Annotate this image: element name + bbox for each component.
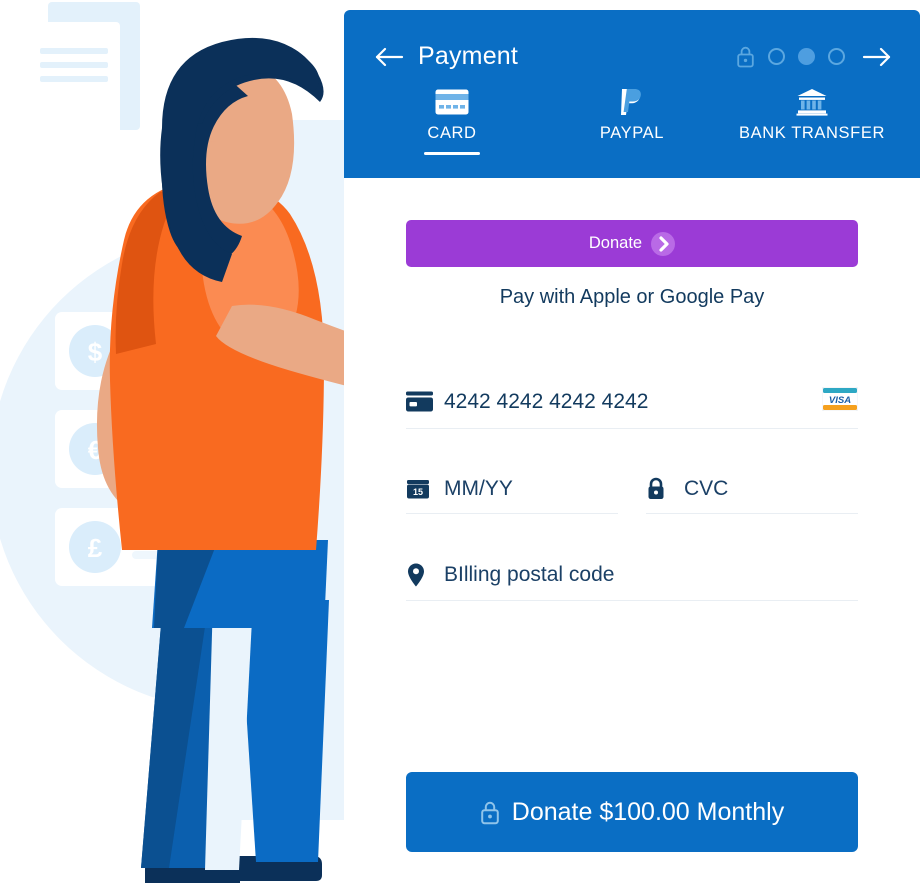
arrow-right-icon[interactable]	[858, 45, 892, 69]
scene-root: $ € £ Payment CARD PAYPAL BANK TRANSFER …	[0, 0, 920, 891]
step-dot-1[interactable]	[768, 48, 785, 65]
payment-method-tabs: CARD PAYPAL BANK TRANSFER	[344, 87, 920, 155]
credit-card-icon	[435, 87, 469, 117]
payment-card-panel: Payment CARD PAYPAL BANK TRANSFER Donate…	[344, 10, 920, 888]
tab-card-underline	[424, 152, 480, 155]
bank-icon	[796, 87, 828, 117]
tab-paypal[interactable]: PAYPAL	[542, 87, 722, 155]
donate-submit-button[interactable]: Donate $100.00 Monthly	[406, 772, 858, 852]
page-title: Payment	[418, 42, 519, 70]
postal-code-field[interactable]: BIlling postal code	[406, 556, 858, 601]
card-number-field[interactable]: 4242 4242 4242 4242 VISA	[406, 381, 859, 429]
svg-text:$: $	[88, 337, 103, 367]
tab-paypal-label: PAYPAL	[599, 124, 665, 142]
lock-icon	[736, 45, 755, 68]
card-header: Payment CARD PAYPAL BANK TRANSFER	[344, 10, 920, 178]
tab-bank-transfer-label: BANK TRANSFER	[739, 124, 885, 142]
expiry-cvc-row: 15 MM/YY CVC	[406, 471, 858, 514]
credit-card-icon	[406, 391, 436, 412]
svg-text:VISA: VISA	[829, 395, 851, 406]
illustration-woman-pointing: $ € £	[0, 0, 400, 891]
powered-by-donorbox-link[interactable]: Powered by Donorbox	[344, 886, 920, 888]
expiry-placeholder: MM/YY	[444, 477, 513, 500]
submit-area: Donate $100.00 Monthly	[406, 772, 858, 852]
tab-bank-transfer[interactable]: BANK TRANSFER	[722, 87, 902, 155]
header-left-group: Payment	[374, 44, 518, 69]
cvc-placeholder: CVC	[684, 477, 729, 500]
leg-right	[239, 600, 329, 862]
card-body: Donate Pay with Apple or Google Pay 4242…	[344, 220, 920, 888]
cvc-field[interactable]: CVC	[646, 471, 858, 514]
card-fields: 4242 4242 4242 4242 VISA 15 MM/YY CVC BI…	[406, 381, 859, 601]
lock-icon	[480, 800, 500, 825]
donate-wallet-button-label: Donate	[588, 234, 643, 252]
arrow-left-icon[interactable]	[374, 45, 404, 69]
step-dot-2[interactable]	[798, 48, 815, 65]
expiry-field[interactable]: 15 MM/YY	[406, 471, 618, 514]
donate-wallet-button[interactable]: Donate	[406, 220, 858, 267]
chevron-right-circle-icon	[651, 231, 676, 256]
card-number-value: 4242 4242 4242 4242	[444, 389, 649, 413]
header-top-bar: Payment	[344, 10, 920, 69]
svg-text:£: £	[88, 533, 103, 563]
header-right-group	[736, 45, 892, 69]
paypal-icon	[619, 87, 645, 117]
wallet-hint-text: Pay with Apple or Google Pay	[499, 286, 765, 308]
tab-card[interactable]: CARD	[362, 87, 542, 155]
calendar-day-number: 15	[413, 487, 423, 497]
location-pin-icon	[406, 562, 436, 588]
donate-submit-label: Donate $100.00 Monthly	[511, 797, 785, 826]
lock-icon	[646, 477, 676, 501]
tab-card-label: CARD	[427, 124, 477, 142]
step-dot-3[interactable]	[828, 48, 845, 65]
postal-code-placeholder: BIlling postal code	[444, 563, 615, 586]
leg-gap	[205, 600, 253, 870]
document-stack	[28, 2, 140, 157]
calendar-icon: 15	[406, 477, 436, 501]
visa-logo-icon: VISA	[821, 386, 859, 416]
